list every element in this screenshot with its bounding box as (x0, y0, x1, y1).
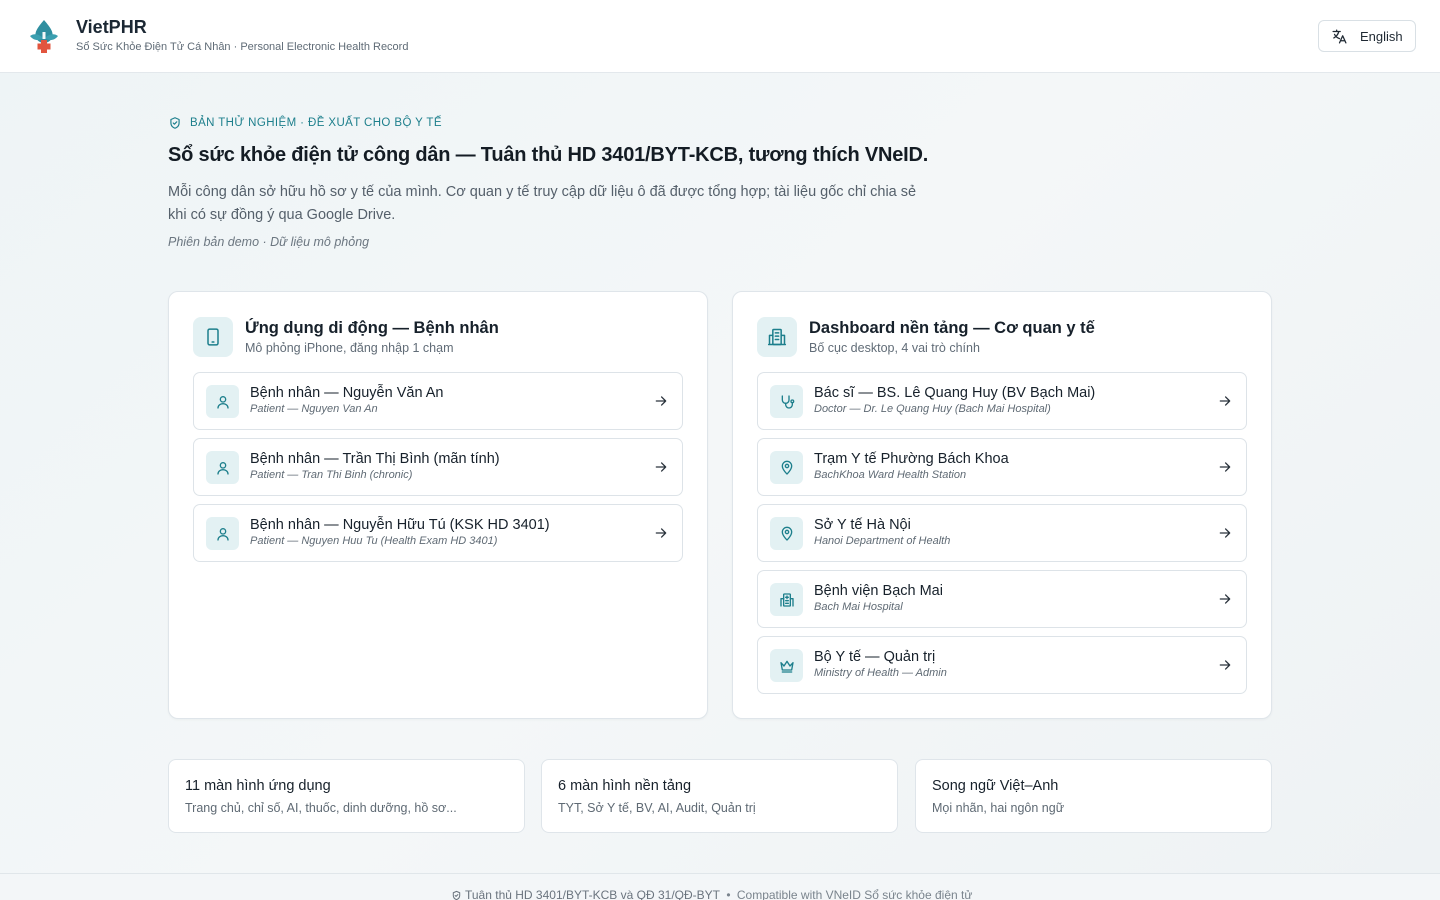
role-login-hanoi-department[interactable]: Sở Y tế Hà Nội Hanoi Department of Healt… (757, 504, 1247, 562)
user-icon (216, 395, 229, 409)
stat-title: 11 màn hình ứng dụng (185, 778, 331, 794)
stat-subtitle: Mọi nhãn, hai ngôn ngữ (932, 801, 1065, 815)
stat-subtitle: Trang chủ, chỉ số, AI, thuốc, dinh dưỡng… (185, 801, 457, 815)
hospital-icon (779, 592, 794, 607)
building-icon (767, 328, 787, 346)
app-subtitle: Sổ Sức Khỏe Điện Tử Cá Nhân · Personal E… (76, 41, 409, 53)
shield-check-icon (452, 890, 461, 900)
mobile-panel-subtitle: Mô phỏng iPhone, đăng nhập 1 chạm (245, 341, 454, 355)
item-subtitle: Doctor — Dr. Le Quang Huy (Bach Mai Hosp… (814, 403, 1051, 415)
dashboard-panel: Dashboard nền tảng — Cơ quan y tế Bố cục… (732, 291, 1272, 719)
patient-login-nguyen-van-an[interactable]: Bệnh nhân — Nguyễn Văn An Patient — Nguy… (193, 372, 683, 430)
app-name: VietPHR (76, 17, 147, 37)
footer-separator: • (723, 888, 734, 900)
pilot-badge-label: Bản thử nghiệm · Đề xuất cho Bộ Y tế (190, 117, 442, 129)
item-icon-box (770, 451, 803, 484)
mobile-panel-title: Ứng dụng di động — Bệnh nhân (245, 319, 499, 337)
map-pin-icon (781, 460, 792, 475)
arrow-right-icon (1219, 528, 1231, 538)
role-login-ministry-admin[interactable]: Bộ Y tế — Quản trị Ministry of Health — … (757, 636, 1247, 694)
smartphone-icon (207, 328, 219, 346)
translate-icon (1332, 28, 1347, 44)
item-title: Bệnh nhân — Nguyễn Hữu Tú (KSK HD 3401) (250, 517, 550, 533)
crown-icon (779, 660, 794, 673)
footer-compliance: Tuân thủ HD 3401/BYT-KCB và QĐ 31/QĐ-BYT (465, 888, 720, 900)
item-title: Bác sĩ — BS. Lê Quang Huy (BV Bạch Mai) (814, 385, 1096, 401)
item-icon-box (206, 385, 239, 418)
panel-icon-box (193, 317, 233, 357)
patient-login-nguyen-huu-tu[interactable]: Bệnh nhân — Nguyễn Hữu Tú (KSK HD 3401) … (193, 504, 683, 562)
language-label: English (1360, 28, 1403, 44)
item-icon-box (770, 385, 803, 418)
logo-icon (30, 20, 58, 53)
item-icon-box (770, 583, 803, 616)
item-subtitle: Patient — Nguyen Van An (250, 403, 378, 415)
item-icon-box (770, 649, 803, 682)
intro-text: Mỗi công dân sở hữu hồ sơ y tế của mình.… (168, 184, 917, 223)
item-title: Bộ Y tế — Quản trị (814, 649, 936, 665)
arrow-right-icon (1219, 660, 1231, 670)
item-title: Bệnh nhân — Nguyễn Văn An (250, 385, 444, 401)
arrow-right-icon (1219, 396, 1231, 406)
demo-note: Phiên bản demo · Dữ liệu mô phỏng (168, 235, 370, 249)
item-title: Bệnh viện Bạch Mai (814, 583, 943, 599)
item-subtitle: Bach Mai Hospital (814, 601, 903, 613)
app-header: VietPHR Sổ Sức Khỏe Điện Tử Cá Nhân · Pe… (0, 0, 1440, 73)
role-login-doctor[interactable]: Bác sĩ — BS. Lê Quang Huy (BV Bạch Mai) … (757, 372, 1247, 430)
item-title: Trạm Y tế Phường Bách Khoa (814, 451, 1009, 467)
mobile-app-panel: Ứng dụng di động — Bệnh nhân Mô phỏng iP… (168, 291, 708, 719)
arrow-right-icon (655, 462, 667, 472)
arrow-right-icon (1219, 462, 1231, 472)
stat-title: 6 màn hình nền tảng (558, 778, 692, 794)
stat-card-bilingual: Song ngữ Việt–Anh Mọi nhãn, hai ngôn ngữ (915, 759, 1272, 833)
footer-text: Tuân thủ HD 3401/BYT-KCB và QĐ 31/QĐ-BYT… (451, 888, 972, 900)
dashboard-panel-subtitle: Bố cục desktop, 4 vai trò chính (809, 341, 980, 355)
item-title: Sở Y tế Hà Nội (814, 517, 911, 533)
language-toggle-button[interactable]: English (1318, 20, 1416, 52)
page-headline: Sổ sức khỏe điện tử công dân — Tuân thủ … (168, 144, 929, 166)
stat-card-app-screens: 11 màn hình ứng dụng Trang chủ, chỉ số, … (168, 759, 525, 833)
stat-subtitle: TYT, Sở Y tế, BV, AI, Audit, Quản trị (558, 801, 756, 815)
item-subtitle: Patient — Nguyen Huu Tu (Health Exam HD … (250, 535, 498, 547)
pilot-badge: Bản thử nghiệm · Đề xuất cho Bộ Y tế (168, 116, 442, 130)
user-icon (216, 527, 229, 541)
page-footer: Tuân thủ HD 3401/BYT-KCB và QĐ 31/QĐ-BYT… (0, 873, 1440, 900)
dashboard-panel-title: Dashboard nền tảng — Cơ quan y tế (809, 319, 1095, 337)
item-subtitle: Ministry of Health — Admin (814, 667, 947, 679)
item-subtitle: Hanoi Department of Health (814, 535, 951, 547)
item-icon-box (206, 451, 239, 484)
panel-icon-box (757, 317, 797, 357)
stat-card-platform-screens: 6 màn hình nền tảng TYT, Sở Y tế, BV, AI… (541, 759, 898, 833)
role-login-bach-mai-hospital[interactable]: Bệnh viện Bạch Mai Bach Mai Hospital (757, 570, 1247, 628)
role-login-ward-station[interactable]: Trạm Y tế Phường Bách Khoa BachKhoa Ward… (757, 438, 1247, 496)
stat-title: Song ngữ Việt–Anh (932, 778, 1059, 794)
arrow-right-icon (655, 528, 667, 538)
arrow-right-icon (655, 396, 667, 406)
item-icon-box (770, 517, 803, 550)
item-subtitle: BachKhoa Ward Health Station (814, 469, 967, 481)
shield-check-icon (170, 117, 180, 129)
item-title: Bệnh nhân — Trần Thị Bình (mãn tính) (250, 451, 500, 467)
item-subtitle: Patient — Tran Thi Binh (chronic) (250, 469, 413, 481)
patient-login-tran-thi-binh[interactable]: Bệnh nhân — Trần Thị Bình (mãn tính) Pat… (193, 438, 683, 496)
arrow-right-icon (1219, 594, 1231, 604)
user-icon (216, 461, 229, 475)
item-icon-box (206, 517, 239, 550)
stethoscope-icon (781, 394, 794, 409)
footer-compatibility: Compatible with VNeID Sổ sức khỏe điện t… (736, 888, 973, 900)
map-pin-icon (781, 526, 792, 541)
